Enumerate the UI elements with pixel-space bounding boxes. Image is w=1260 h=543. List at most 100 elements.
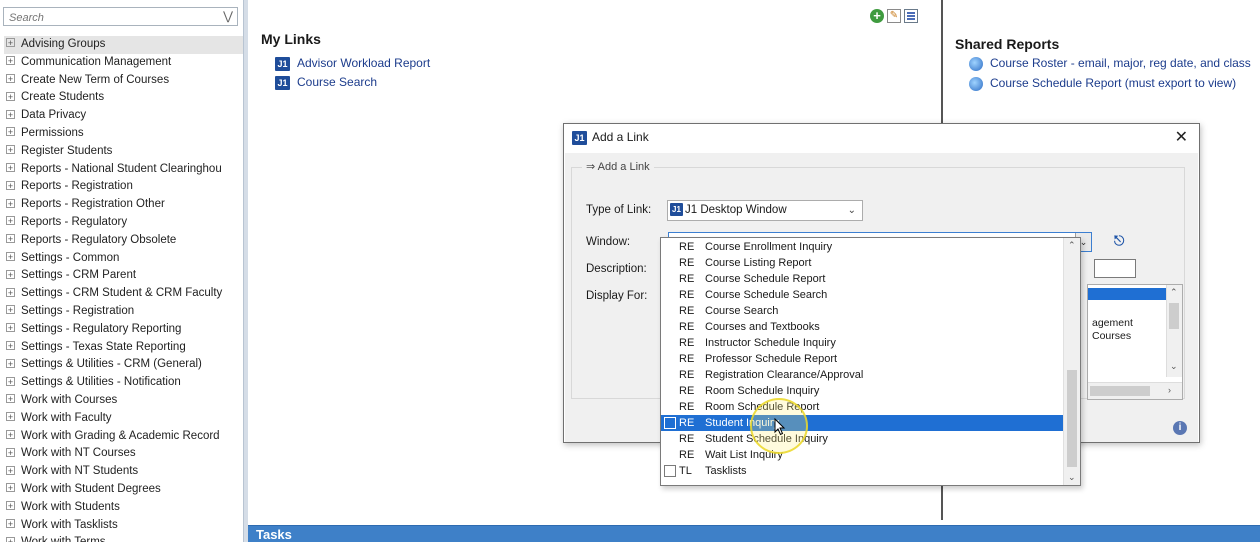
expand-plus-icon[interactable]: + [6, 430, 15, 440]
grid-view-icon[interactable] [904, 8, 918, 23]
nav-item[interactable]: + Settings - Regulatory Reporting [4, 321, 246, 339]
my-link-label[interactable]: Course Search [297, 75, 377, 89]
expand-plus-icon[interactable]: + [6, 56, 15, 66]
add-link-icon[interactable]: + [870, 8, 884, 23]
shared-report-course-schedule[interactable]: Course Schedule Report (must export to v… [969, 76, 1236, 91]
expand-plus-icon[interactable]: + [6, 305, 15, 315]
nav-item[interactable]: + Settings & Utilities - Notification [4, 374, 246, 392]
nav-item[interactable]: + Work with NT Students [4, 463, 246, 481]
nav-item[interactable]: + Permissions [4, 125, 246, 143]
chevron-down-icon[interactable]: ⌄ [1170, 361, 1178, 372]
dropdown-scrollbar[interactable]: ⌃ ⌄ [1063, 238, 1080, 485]
nav-item[interactable]: + Communication Management [4, 54, 246, 72]
dropdown-item[interactable]: RE Instructor Schedule Inquiry [661, 335, 1065, 351]
nav-item[interactable]: + Settings - CRM Parent [4, 267, 246, 285]
display-for-item[interactable]: agement [1092, 317, 1133, 329]
nav-item[interactable]: + Work with Students [4, 499, 246, 517]
display-for-vscrollbar[interactable]: ⌃ ⌄ [1166, 285, 1182, 377]
dropdown-item[interactable]: RE Registration Clearance/Approval [661, 367, 1065, 383]
dropdown-item[interactable]: RE Course Schedule Search [661, 287, 1065, 303]
chevron-down-icon[interactable]: ⌄ [848, 201, 856, 220]
nav-item[interactable]: + Create New Term of Courses [4, 72, 246, 90]
nav-item[interactable]: + Work with Terms... [4, 534, 246, 542]
dropdown-item[interactable]: TL Tasklists [661, 463, 1065, 479]
chevron-up-icon[interactable]: ⌃ [1068, 240, 1076, 251]
dropdown-item[interactable]: RE Student Inquiry [661, 415, 1065, 431]
expand-plus-icon[interactable]: + [6, 376, 15, 386]
display-for-list[interactable]: agement Courses ⌃ ⌄ › [1087, 284, 1183, 400]
expand-plus-icon[interactable]: + [6, 536, 15, 542]
my-link-course-search[interactable]: J1 Course Search [275, 75, 377, 90]
scroll-thumb[interactable] [1169, 303, 1179, 329]
my-link-label[interactable]: Advisor Workload Report [297, 56, 430, 70]
expand-plus-icon[interactable]: + [6, 323, 15, 333]
shared-report-label[interactable]: Course Roster - email, major, reg date, … [990, 56, 1251, 70]
dropdown-item[interactable]: RE Student Schedule Inquiry [661, 431, 1065, 447]
expand-plus-icon[interactable]: + [6, 483, 15, 493]
expand-plus-icon[interactable]: + [6, 518, 15, 528]
expand-plus-icon[interactable]: + [6, 38, 15, 48]
chevron-right-icon[interactable]: › [1168, 385, 1171, 395]
display-for-item[interactable]: Courses [1092, 330, 1131, 342]
nav-search-box[interactable]: ⋁ [3, 7, 238, 26]
nav-item[interactable]: + Reports - Regulatory [4, 214, 246, 232]
window-dropdown-list[interactable]: RE Course Enrollment Inquiry RE Course List… [660, 237, 1081, 486]
nav-item[interactable]: + Settings - Common [4, 250, 246, 268]
expand-plus-icon[interactable]: + [6, 341, 15, 351]
expand-plus-icon[interactable]: + [6, 252, 15, 262]
nav-item[interactable]: + Reports - Registration [4, 178, 246, 196]
my-link-advisor-workload[interactable]: J1 Advisor Workload Report [275, 56, 430, 71]
expand-plus-icon[interactable]: + [6, 394, 15, 404]
nav-item[interactable]: + Data Privacy [4, 107, 246, 125]
dropdown-item[interactable]: RE Course Schedule Report [661, 271, 1065, 287]
shared-report-course-roster[interactable]: Course Roster - email, major, reg date, … [969, 56, 1251, 71]
dropdown-item[interactable]: RE Wait List Inquiry [661, 447, 1065, 463]
dropdown-item[interactable]: RE Room Schedule Inquiry [661, 383, 1065, 399]
expand-plus-icon[interactable]: + [6, 163, 15, 173]
expand-plus-icon[interactable]: + [6, 145, 15, 155]
dropdown-item[interactable]: RE Courses and Textbooks [661, 319, 1065, 335]
shared-report-label[interactable]: Course Schedule Report (must export to v… [990, 76, 1236, 90]
nav-item[interactable]: + Work with Courses [4, 392, 246, 410]
expand-plus-icon[interactable]: + [6, 447, 15, 457]
chevron-up-icon[interactable]: ⌃ [1170, 287, 1178, 298]
expand-plus-icon[interactable]: + [6, 358, 15, 368]
binoculars-icon[interactable]: ⎋ [1114, 233, 1124, 249]
expand-plus-icon[interactable]: + [6, 180, 15, 190]
expand-plus-icon[interactable]: + [6, 198, 15, 208]
expand-plus-icon[interactable]: + [6, 234, 15, 244]
nav-item[interactable]: + Work with NT Courses [4, 445, 246, 463]
nav-item[interactable]: + Reports - Registration Other [4, 196, 246, 214]
double-chevron-down-icon[interactable]: ⋁ [223, 9, 233, 23]
description-input[interactable] [1094, 259, 1136, 278]
dropdown-item[interactable]: RE Professor Schedule Report [661, 351, 1065, 367]
nav-item[interactable]: + Work with Tasklists [4, 517, 246, 535]
nav-item[interactable]: + Settings - Registration [4, 303, 246, 321]
nav-item[interactable]: + Reports - National Student Clearinghou [4, 161, 246, 179]
expand-plus-icon[interactable]: + [6, 412, 15, 422]
group-legend[interactable]: ⇒ Add a Link [582, 160, 654, 173]
expand-plus-icon[interactable]: + [6, 74, 15, 84]
nav-item[interactable]: + Work with Student Degrees [4, 481, 246, 499]
close-icon[interactable]: ✕ [1175, 127, 1188, 147]
expand-plus-icon[interactable]: + [6, 465, 15, 475]
nav-item[interactable]: + Advising Groups [4, 36, 246, 54]
expand-plus-icon[interactable]: + [6, 109, 15, 119]
tasks-bar[interactable]: Tasks [248, 525, 1260, 542]
nav-item[interactable]: + Settings - CRM Student & CRM Faculty [4, 285, 246, 303]
display-for-selected-row[interactable] [1088, 288, 1168, 300]
expand-plus-icon[interactable]: + [6, 269, 15, 279]
expand-plus-icon[interactable]: + [6, 91, 15, 101]
scroll-thumb[interactable] [1067, 370, 1077, 467]
nav-item[interactable]: + Settings & Utilities - CRM (General) [4, 356, 246, 374]
display-for-hscrollbar[interactable]: › [1088, 382, 1182, 399]
expand-plus-icon[interactable]: + [6, 287, 15, 297]
nav-item[interactable]: + Work with Grading & Academic Record [4, 428, 246, 446]
nav-item[interactable]: + Settings - Texas State Reporting [4, 339, 246, 357]
info-icon[interactable]: i [1173, 421, 1187, 435]
expand-plus-icon[interactable]: + [6, 216, 15, 226]
expand-plus-icon[interactable]: + [6, 127, 15, 137]
nav-item[interactable]: + Reports - Regulatory Obsolete [4, 232, 246, 250]
nav-item[interactable]: + Register Students [4, 143, 246, 161]
edit-links-icon[interactable]: ✎ [887, 8, 901, 23]
